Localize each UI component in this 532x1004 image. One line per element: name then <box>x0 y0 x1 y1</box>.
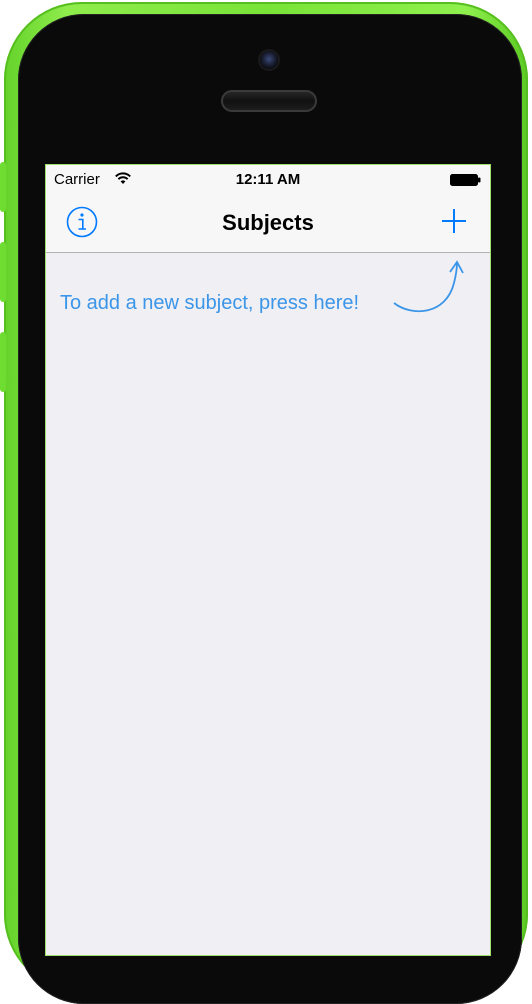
earpiece-speaker <box>221 90 317 112</box>
navigation-bar: Subjects <box>46 193 490 253</box>
app-screen: Carrier 12:11 AM Subjects To add a new s… <box>45 164 491 956</box>
battery-icon <box>450 173 481 186</box>
front-camera <box>260 51 278 69</box>
volume-down-button <box>0 332 6 392</box>
add-subject-button[interactable] <box>440 207 468 235</box>
add-subject-hint: To add a new subject, press here! <box>60 292 360 314</box>
silent-switch <box>0 162 6 212</box>
status-bar: Carrier 12:11 AM <box>46 165 490 193</box>
volume-up-button <box>0 242 6 302</box>
page-title: Subjects <box>222 210 314 235</box>
clock: 12:11 AM <box>235 171 301 188</box>
curved-arrow-icon <box>390 257 470 321</box>
